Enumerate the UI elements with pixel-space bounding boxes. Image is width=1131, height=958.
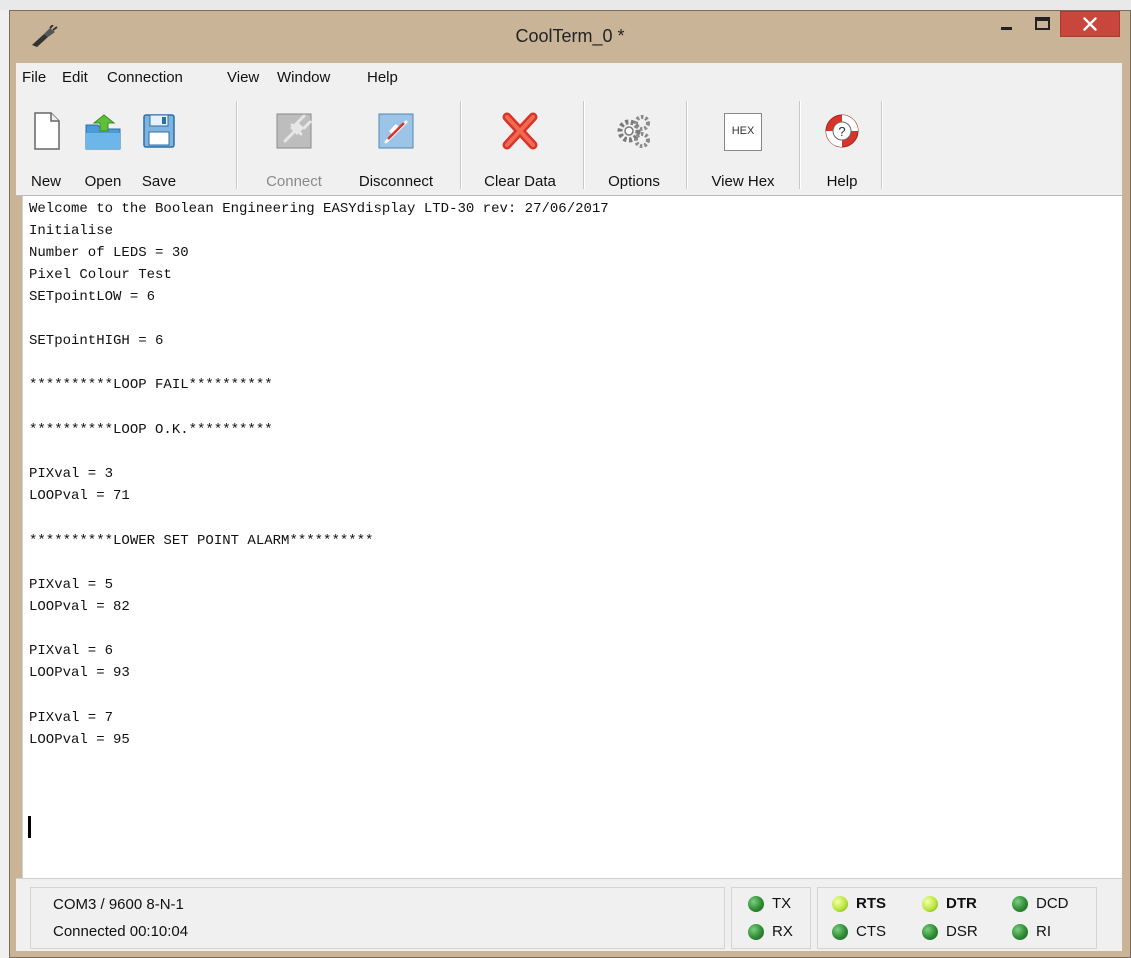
connection-timer: Connected 00:10:04: [53, 923, 189, 940]
terminal-line: LOOPval = 71: [29, 488, 130, 504]
menu-bar: File Edit Connection View Window Help: [16, 63, 1122, 94]
save-button[interactable]: Save: [132, 103, 186, 190]
disconnect-plug-icon: [378, 113, 414, 149]
save-disk-icon: [143, 114, 175, 148]
toolbar: New Open Save Connect Disconnect Clear D…: [16, 93, 1122, 196]
window-title: CoolTerm_0 *: [515, 26, 625, 46]
clear-x-icon: [502, 112, 538, 150]
dcd-label: DCD: [1036, 895, 1069, 912]
new-document-icon: [34, 112, 60, 150]
line-state-panel: RTS CTS DTR DSR DCD RI: [817, 887, 1097, 949]
menu-connection[interactable]: Connection: [107, 69, 183, 86]
terminal-output[interactable]: Welcome to the Boolean Engineering EASYd…: [22, 196, 1122, 878]
terminal-line: Pixel Colour Test: [29, 267, 172, 283]
rx-label: RX: [772, 923, 793, 940]
ri-led-icon: [1012, 924, 1028, 940]
tx-label: TX: [772, 895, 792, 912]
ri-label: RI: [1036, 923, 1051, 940]
open-button[interactable]: Open: [74, 103, 132, 190]
help-lifebuoy-icon: ?: [825, 114, 859, 148]
rx-led-icon: [748, 924, 764, 940]
hex-icon: HEX: [724, 113, 762, 151]
hex-icon-text: HEX: [731, 125, 755, 137]
minimize-button[interactable]: [988, 11, 1024, 37]
cts-label: CTS: [856, 923, 886, 940]
text-cursor: [28, 816, 31, 838]
terminal-line: PIXval = 6: [29, 643, 114, 659]
menu-help[interactable]: Help: [367, 69, 398, 86]
dtr-led-icon[interactable]: [922, 896, 938, 912]
terminal-line: LOOPval = 82: [29, 599, 130, 615]
help-button[interactable]: ? Help: [810, 103, 874, 190]
connection-status-panel: COM3 / 9600 8-N-1 Connected 00:10:04: [30, 887, 725, 949]
terminal-line: PIXval = 5: [29, 577, 114, 593]
new-label: New: [30, 173, 61, 190]
dcd-led-icon: [1012, 896, 1028, 912]
options-label: Options: [608, 173, 660, 190]
dsr-led-icon: [922, 924, 938, 940]
open-label: Open: [84, 173, 122, 190]
toolbar-separator: [686, 101, 688, 189]
txrx-panel: TX RX: [731, 887, 811, 949]
port-settings: COM3 / 9600 8-N-1: [53, 896, 184, 913]
terminal-line: LOOPval = 95: [29, 732, 130, 748]
terminal-line: Welcome to the Boolean Engineering EASYd…: [29, 201, 609, 217]
disconnect-button[interactable]: Disconnect: [344, 103, 448, 190]
terminal-line: PIXval = 7: [29, 710, 114, 726]
close-button[interactable]: [1060, 11, 1120, 37]
terminal-line: LOOPval = 93: [29, 665, 130, 681]
background-strip: [0, 0, 1131, 10]
terminal-line: PIXval = 3: [29, 466, 114, 482]
toolbar-separator: [460, 101, 462, 189]
toolbar-separator: [583, 101, 585, 189]
terminal-line: Initialise: [29, 223, 114, 239]
menu-window[interactable]: Window: [277, 69, 330, 86]
status-bar: COM3 / 9600 8-N-1 Connected 00:10:04 TX …: [16, 878, 1122, 951]
help-label: Help: [826, 173, 858, 190]
terminal-line: **********LOWER SET POINT ALARM*********…: [29, 533, 374, 549]
menu-edit[interactable]: Edit: [62, 69, 88, 86]
dtr-label: DTR: [946, 895, 977, 912]
terminal-line: SETpointLOW = 6: [29, 289, 156, 305]
tx-led-icon: [748, 896, 764, 912]
svg-text:?: ?: [838, 124, 845, 139]
menu-view[interactable]: View: [227, 69, 259, 86]
open-folder-icon: [85, 114, 121, 150]
save-label: Save: [141, 173, 177, 190]
connect-plug-icon: [276, 113, 312, 149]
toolbar-separator: [881, 101, 883, 189]
maximize-button[interactable]: [1024, 11, 1060, 37]
clear-data-label: Clear Data: [484, 173, 556, 190]
connect-label: Connect: [266, 173, 322, 190]
terminal-line: SETpointHIGH = 6: [29, 333, 164, 349]
menu-file[interactable]: File: [22, 69, 46, 86]
toolbar-separator: [799, 101, 801, 189]
disconnect-label: Disconnect: [358, 173, 434, 190]
title-bar[interactable]: CoolTerm_0 *: [10, 11, 1130, 63]
cts-led-icon: [832, 924, 848, 940]
rts-label: RTS: [856, 895, 886, 912]
options-gears-icon: [617, 115, 650, 148]
connect-button[interactable]: Connect: [252, 103, 336, 190]
view-hex-label: View Hex: [711, 173, 775, 190]
options-button[interactable]: Options: [594, 103, 674, 190]
toolbar-separator: [236, 101, 238, 189]
view-hex-button[interactable]: HEX View Hex: [697, 103, 789, 190]
coolterm-window: CoolTerm_0 * File Edit Connection View W…: [9, 10, 1131, 958]
terminal-line: **********LOOP FAIL**********: [29, 377, 273, 393]
dsr-label: DSR: [946, 923, 978, 940]
rts-led-icon[interactable]: [832, 896, 848, 912]
clear-data-button[interactable]: Clear Data: [471, 103, 569, 190]
terminal-line: Number of LEDS = 30: [29, 245, 189, 261]
new-button[interactable]: New: [20, 103, 72, 190]
terminal-line: **********LOOP O.K.**********: [29, 422, 273, 438]
